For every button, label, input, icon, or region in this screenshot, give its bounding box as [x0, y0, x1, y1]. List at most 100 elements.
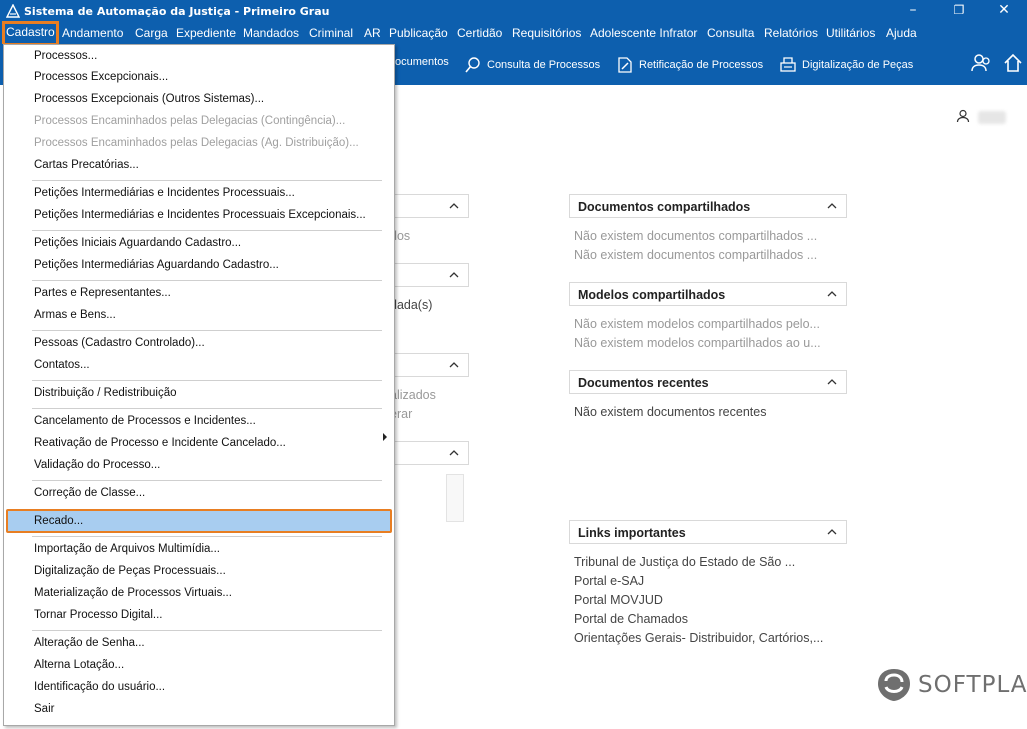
- close-button[interactable]: ✕: [981, 0, 1027, 23]
- restore-button[interactable]: ❐: [936, 0, 982, 23]
- user-name-redacted: [978, 111, 1006, 124]
- panel-text: Não existem documentos recentes: [574, 405, 767, 419]
- menu-item-distribuicao[interactable]: Distribuição / Redistribuição: [34, 387, 177, 399]
- chevron-up-icon[interactable]: [826, 288, 838, 300]
- menu-utilitarios[interactable]: Utilitários: [826, 26, 875, 40]
- menu-item-contatos[interactable]: Contatos...: [34, 359, 90, 371]
- menu-expediente[interactable]: Expediente: [176, 26, 236, 40]
- menu-adolescente-infrator[interactable]: Adolescente Infrator: [590, 26, 697, 40]
- left-panel-2-fragment: dada(s): [390, 298, 433, 312]
- menu-criminal[interactable]: Criminal: [309, 26, 353, 40]
- minimize-button[interactable]: –: [890, 0, 936, 23]
- menu-item-identificacao-usuario[interactable]: Identificação do usuário...: [34, 681, 165, 693]
- chevron-up-icon[interactable]: [448, 200, 460, 212]
- menu-item-alteracao-senha[interactable]: Alteração de Senha...: [34, 637, 145, 649]
- chevron-up-icon[interactable]: [826, 376, 838, 388]
- panel-title: Documentos compartilhados: [578, 200, 751, 214]
- menu-item-correcao-classe[interactable]: Correção de Classe...: [34, 487, 145, 499]
- menu-item-encaminhados-contingencia: Processos Encaminhados pelas Delegacias …: [34, 115, 346, 127]
- menu-item-peticoes-intermediarias-aguardando[interactable]: Petições Intermediárias Aguardando Cadas…: [34, 259, 279, 271]
- toolbar-retificacao-label: Retificação de Processos: [639, 59, 764, 71]
- left-panel-3-fragment-1: alizados: [390, 388, 436, 402]
- chevron-up-icon[interactable]: [448, 447, 460, 459]
- menu-item-materializacao[interactable]: Materialização de Processos Virtuais...: [34, 587, 232, 599]
- menu-andamento[interactable]: Andamento: [62, 26, 123, 40]
- menu-item-importacao-multimidia[interactable]: Importação de Arquivos Multimídia...: [34, 543, 220, 555]
- menu-certidao[interactable]: Certidão: [457, 26, 502, 40]
- app-logo-icon: [6, 4, 20, 18]
- menu-item-tornar-digital[interactable]: Tornar Processo Digital...: [34, 609, 162, 621]
- panel-text: Não existem documentos compartilhados ..…: [574, 248, 818, 262]
- link-portal-chamados[interactable]: Portal de Chamados: [574, 612, 688, 626]
- menu-separator: [32, 330, 382, 331]
- menu-mandados[interactable]: Mandados: [243, 26, 299, 40]
- menu-item-peticoes-intermediarias[interactable]: Petições Intermediárias e Incidentes Pro…: [34, 187, 295, 199]
- panel-text: Não existem modelos compartilhados ao u.…: [574, 336, 821, 350]
- brand-text: SOFTPLAN: [918, 672, 1027, 698]
- menu-item-processos-excepcionais-outros[interactable]: Processos Excepcionais (Outros Sistemas)…: [34, 93, 264, 105]
- scrollbar[interactable]: [446, 474, 464, 522]
- menu-item-recado[interactable]: Recado...: [34, 515, 83, 527]
- menu-item-partes-representantes[interactable]: Partes e Representantes...: [34, 287, 171, 299]
- menu-item-peticoes-intermediarias-excepcionais[interactable]: Petições Intermediárias e Incidentes Pro…: [34, 209, 366, 221]
- chevron-up-icon[interactable]: [826, 200, 838, 212]
- link-tjsp[interactable]: Tribunal de Justiça do Estado de São ...: [574, 555, 795, 569]
- toolbar-consulta-processos-button[interactable]: Consulta de Processos: [464, 56, 600, 74]
- menu-item-cancelamento[interactable]: Cancelamento de Processos e Incidentes..…: [34, 415, 256, 427]
- menu-item-cartas-precatorias[interactable]: Cartas Precatórias...: [34, 159, 139, 171]
- link-portal-esaj[interactable]: Portal e-SAJ: [574, 574, 644, 588]
- panel-modelos-compartilhados-header[interactable]: Modelos compartilhados: [569, 282, 847, 306]
- menu-item-reativacao[interactable]: Reativação de Processo e Incidente Cance…: [34, 437, 286, 449]
- menu-separator: [32, 380, 382, 381]
- search-document-icon: [465, 57, 480, 73]
- toolbar-digitalizacao-label: Digitalização de Peças: [802, 59, 914, 71]
- menu-separator: [32, 280, 382, 281]
- toolbar-documentos-button[interactable]: ocumentos: [395, 56, 449, 68]
- toolbar-documentos-label: ocumentos: [395, 56, 449, 68]
- panel-documentos-compartilhados-header[interactable]: Documentos compartilhados: [569, 194, 847, 218]
- menu-relatorios[interactable]: Relatórios: [764, 26, 818, 40]
- panel-text: Não existem modelos compartilhados pelo.…: [574, 317, 820, 331]
- chevron-up-icon[interactable]: [448, 359, 460, 371]
- link-portal-movjud[interactable]: Portal MOVJUD: [574, 593, 663, 607]
- panel-documentos-recentes-header[interactable]: Documentos recentes: [569, 370, 847, 394]
- menu-item-processos-excepcionais[interactable]: Processos Excepcionais...: [34, 71, 168, 83]
- menu-separator: [32, 230, 382, 231]
- menu-ajuda[interactable]: Ajuda: [886, 26, 917, 40]
- link-orientacoes-gerais[interactable]: Orientações Gerais- Distribuidor, Cartór…: [574, 631, 823, 645]
- menu-ar[interactable]: AR: [364, 26, 381, 40]
- softplan-logo: SOFTPLAN: [876, 667, 1027, 703]
- panel-title: Links importantes: [578, 526, 686, 540]
- toolbar-retificacao-button[interactable]: Retificação de Processos: [616, 56, 763, 74]
- menu-item-encaminhados-distribuicao: Processos Encaminhados pelas Delegacias …: [34, 137, 359, 149]
- panel-links-importantes-header[interactable]: Links importantes: [569, 520, 847, 544]
- title-bar: Sistema de Automação da Justiça - Primei…: [0, 0, 1027, 23]
- panel-text: Não existem documentos compartilhados ..…: [574, 229, 818, 243]
- menu-cadastro[interactable]: Cadastro: [2, 21, 59, 46]
- menu-separator: [32, 630, 382, 631]
- menu-item-armas-bens[interactable]: Armas e Bens...: [34, 309, 116, 321]
- softplan-shield-icon: [878, 669, 910, 701]
- toolbar-digitalizacao-button[interactable]: Digitalização de Peças: [779, 56, 913, 74]
- menu-item-digitalizacao-pecas[interactable]: Digitalização de Peças Processuais...: [34, 565, 226, 577]
- chevron-up-icon[interactable]: [826, 526, 838, 538]
- window-title: Sistema de Automação da Justiça - Primei…: [24, 5, 330, 18]
- menu-item-peticoes-iniciais-aguardando[interactable]: Petições Iniciais Aguardando Cadastro...: [34, 237, 241, 249]
- menu-item-validacao[interactable]: Validação do Processo...: [34, 459, 160, 471]
- menu-item-sair[interactable]: Sair: [34, 703, 54, 715]
- users-icon[interactable]: [970, 52, 992, 74]
- menu-item-pessoas[interactable]: Pessoas (Cadastro Controlado)...: [34, 337, 205, 349]
- menu-item-alterna-lotacao[interactable]: Alterna Lotação...: [34, 659, 124, 671]
- menu-separator: [32, 480, 382, 481]
- chevron-up-icon[interactable]: [448, 269, 460, 281]
- cadastro-dropdown-menu: Processos... Processos Excepcionais... P…: [3, 44, 395, 726]
- menu-publicacao[interactable]: Publicação: [389, 26, 448, 40]
- menu-consulta[interactable]: Consulta: [707, 26, 754, 40]
- menu-item-processos[interactable]: Processos...: [34, 50, 97, 62]
- menu-separator: [32, 536, 382, 537]
- menu-requisitorios[interactable]: Requisitórios: [512, 26, 581, 40]
- user-icon: [956, 109, 970, 123]
- menu-carga[interactable]: Carga: [135, 26, 168, 40]
- home-icon[interactable]: [1002, 52, 1024, 74]
- scanner-icon: [780, 57, 796, 72]
